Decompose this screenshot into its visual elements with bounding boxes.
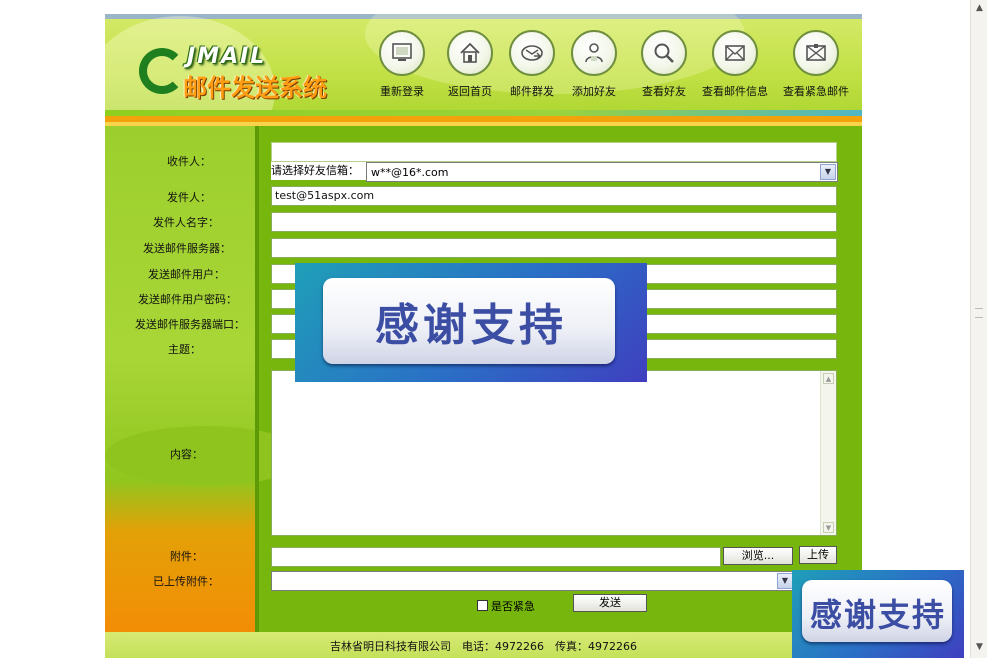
nav-label: 返回首页: [448, 85, 492, 98]
browse-button[interactable]: 浏览...: [723, 547, 793, 565]
thanks-banner: 感谢支持: [295, 263, 647, 382]
banner-text: 感谢支持: [375, 300, 567, 351]
smtp-password-label: 发送邮件用户密码：: [138, 293, 237, 306]
nav-relogin[interactable]: 重新登录: [373, 30, 431, 118]
sender-name-label: 发件人名字：: [153, 216, 219, 229]
app-header: JMAIL 邮件发送系统 重新登录 返回首页 邮件群发 添加好友 查看好友 查看…: [105, 14, 862, 126]
nav-view-mail-info[interactable]: 查看邮件信息: [699, 30, 771, 118]
sender-input[interactable]: test@51aspx.com: [271, 186, 837, 206]
logo-arrow-icon: [139, 48, 185, 94]
smtp-port-label: 发送邮件服务器端口：: [135, 318, 245, 331]
uploaded-label: 已上传附件：: [153, 575, 219, 588]
smtp-user-label: 发送邮件用户：: [148, 268, 225, 281]
header-stripes: [105, 110, 862, 126]
upload-button[interactable]: 上传: [799, 546, 837, 564]
page: JMAIL 邮件发送系统 重新登录 返回首页 邮件群发 添加好友 查看好友 查看…: [0, 0, 987, 658]
nav-view-urgent-mail[interactable]: 查看紧急邮件: [780, 30, 852, 118]
chevron-down-icon[interactable]: ▼: [820, 164, 836, 180]
smtp-server-input[interactable]: [271, 238, 837, 258]
recipient-input[interactable]: [271, 142, 837, 162]
mail-open-icon: [712, 30, 758, 76]
user-icon: [571, 30, 617, 76]
scroll-down-icon[interactable]: ▼: [973, 641, 986, 654]
banner-text: 感谢支持: [809, 596, 946, 634]
magnifier-icon: [641, 30, 687, 76]
column-divider: [255, 126, 259, 632]
scroll-down-icon[interactable]: ▼: [823, 522, 834, 533]
sender-name-input[interactable]: [271, 212, 837, 232]
sender-label: 发件人：: [167, 191, 211, 204]
jmail-logo: JMAIL 邮件发送系统: [135, 42, 365, 102]
friend-select-label: 请选择好友信箱：: [271, 162, 367, 180]
uploaded-attachments-select[interactable]: ▼: [271, 571, 795, 591]
scroll-up-icon[interactable]: ▲: [973, 2, 986, 15]
scroll-up-icon[interactable]: ▲: [823, 373, 834, 384]
content-label: 内容：: [170, 448, 203, 461]
home-icon: [447, 30, 493, 76]
subject-label: 主题：: [168, 343, 201, 356]
attachment-file-input[interactable]: [271, 547, 721, 567]
footer-company-info: 吉林省明日科技有限公司 电话：4972266 传真：4972266: [330, 640, 637, 653]
nav-home[interactable]: 返回首页: [442, 30, 498, 118]
mail-send-icon: [509, 30, 555, 76]
urgent-label: 是否紧急: [491, 600, 535, 613]
urgent-mail-icon: [793, 30, 839, 76]
friend-select-value: w**@16*.com: [371, 166, 449, 179]
nav-label: 查看好友: [642, 85, 686, 98]
textarea-scrollbar[interactable]: ▲ ▼: [820, 371, 836, 535]
content-textarea[interactable]: ▲ ▼: [271, 370, 837, 536]
thanks-banner-corner: 感谢支持: [792, 570, 964, 658]
logo-latin-text: JMAIL: [187, 44, 267, 69]
nav-add-friend[interactable]: 添加好友: [567, 30, 621, 118]
chevron-down-icon[interactable]: ▼: [777, 573, 793, 589]
urgent-checkbox[interactable]: [477, 600, 488, 611]
logo-title: 邮件发送系统: [183, 74, 327, 102]
recipient-label: 收件人：: [167, 155, 211, 168]
smtp-server-label: 发送邮件服务器：: [143, 242, 231, 255]
nav-label: 查看紧急邮件: [783, 85, 849, 98]
attachment-label: 附件：: [170, 550, 203, 563]
friend-email-select[interactable]: w**@16*.com ▼: [366, 162, 838, 182]
page-footer: 吉林省明日科技有限公司 电话：4972266 传真：4972266: [105, 632, 862, 658]
page-scrollbar[interactable]: ▲ ▼: [970, 0, 987, 658]
scroll-thumb[interactable]: [975, 308, 983, 318]
nav-mass-mail[interactable]: 邮件群发: [505, 30, 559, 118]
send-button[interactable]: 发送: [573, 594, 647, 612]
nav-label: 邮件群发: [510, 85, 554, 98]
monitor-icon: [379, 30, 425, 76]
nav-view-friends[interactable]: 查看好友: [636, 30, 692, 118]
nav-label: 添加好友: [572, 85, 616, 98]
nav-label: 查看邮件信息: [702, 85, 768, 98]
nav-label: 重新登录: [380, 85, 424, 98]
